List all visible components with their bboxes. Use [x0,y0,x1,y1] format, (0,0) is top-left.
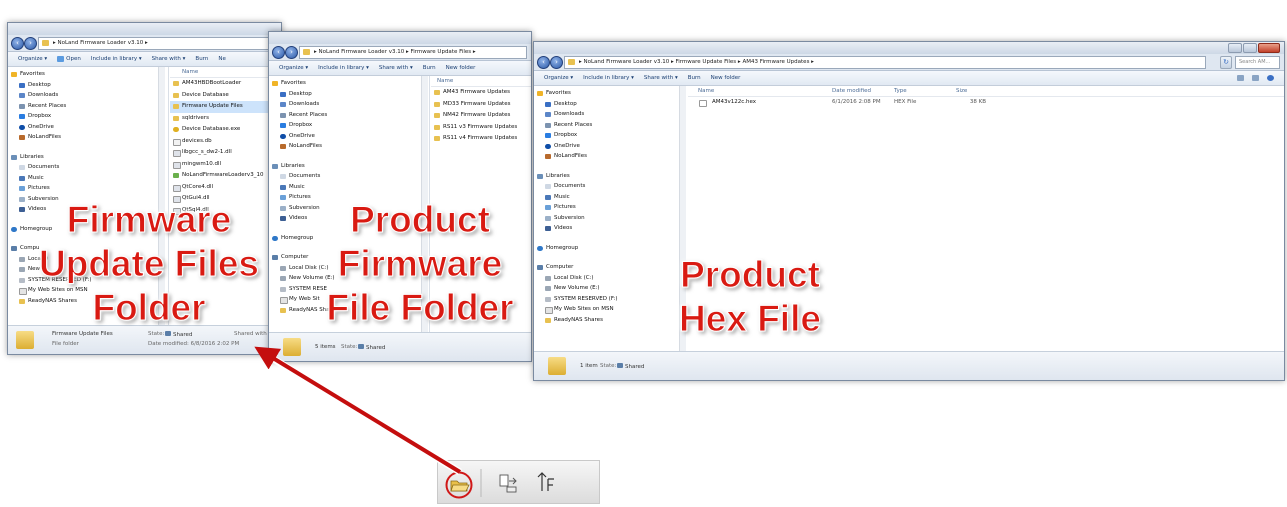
label-firmware-update-files-folder: Firmware Update Files Folder [39,199,260,329]
arrow-shaft [254,346,462,474]
label-product-firmware-file-folder: Product Firmware File Folder [326,199,514,329]
label-product-hex-file: Product Hex File [679,254,822,340]
